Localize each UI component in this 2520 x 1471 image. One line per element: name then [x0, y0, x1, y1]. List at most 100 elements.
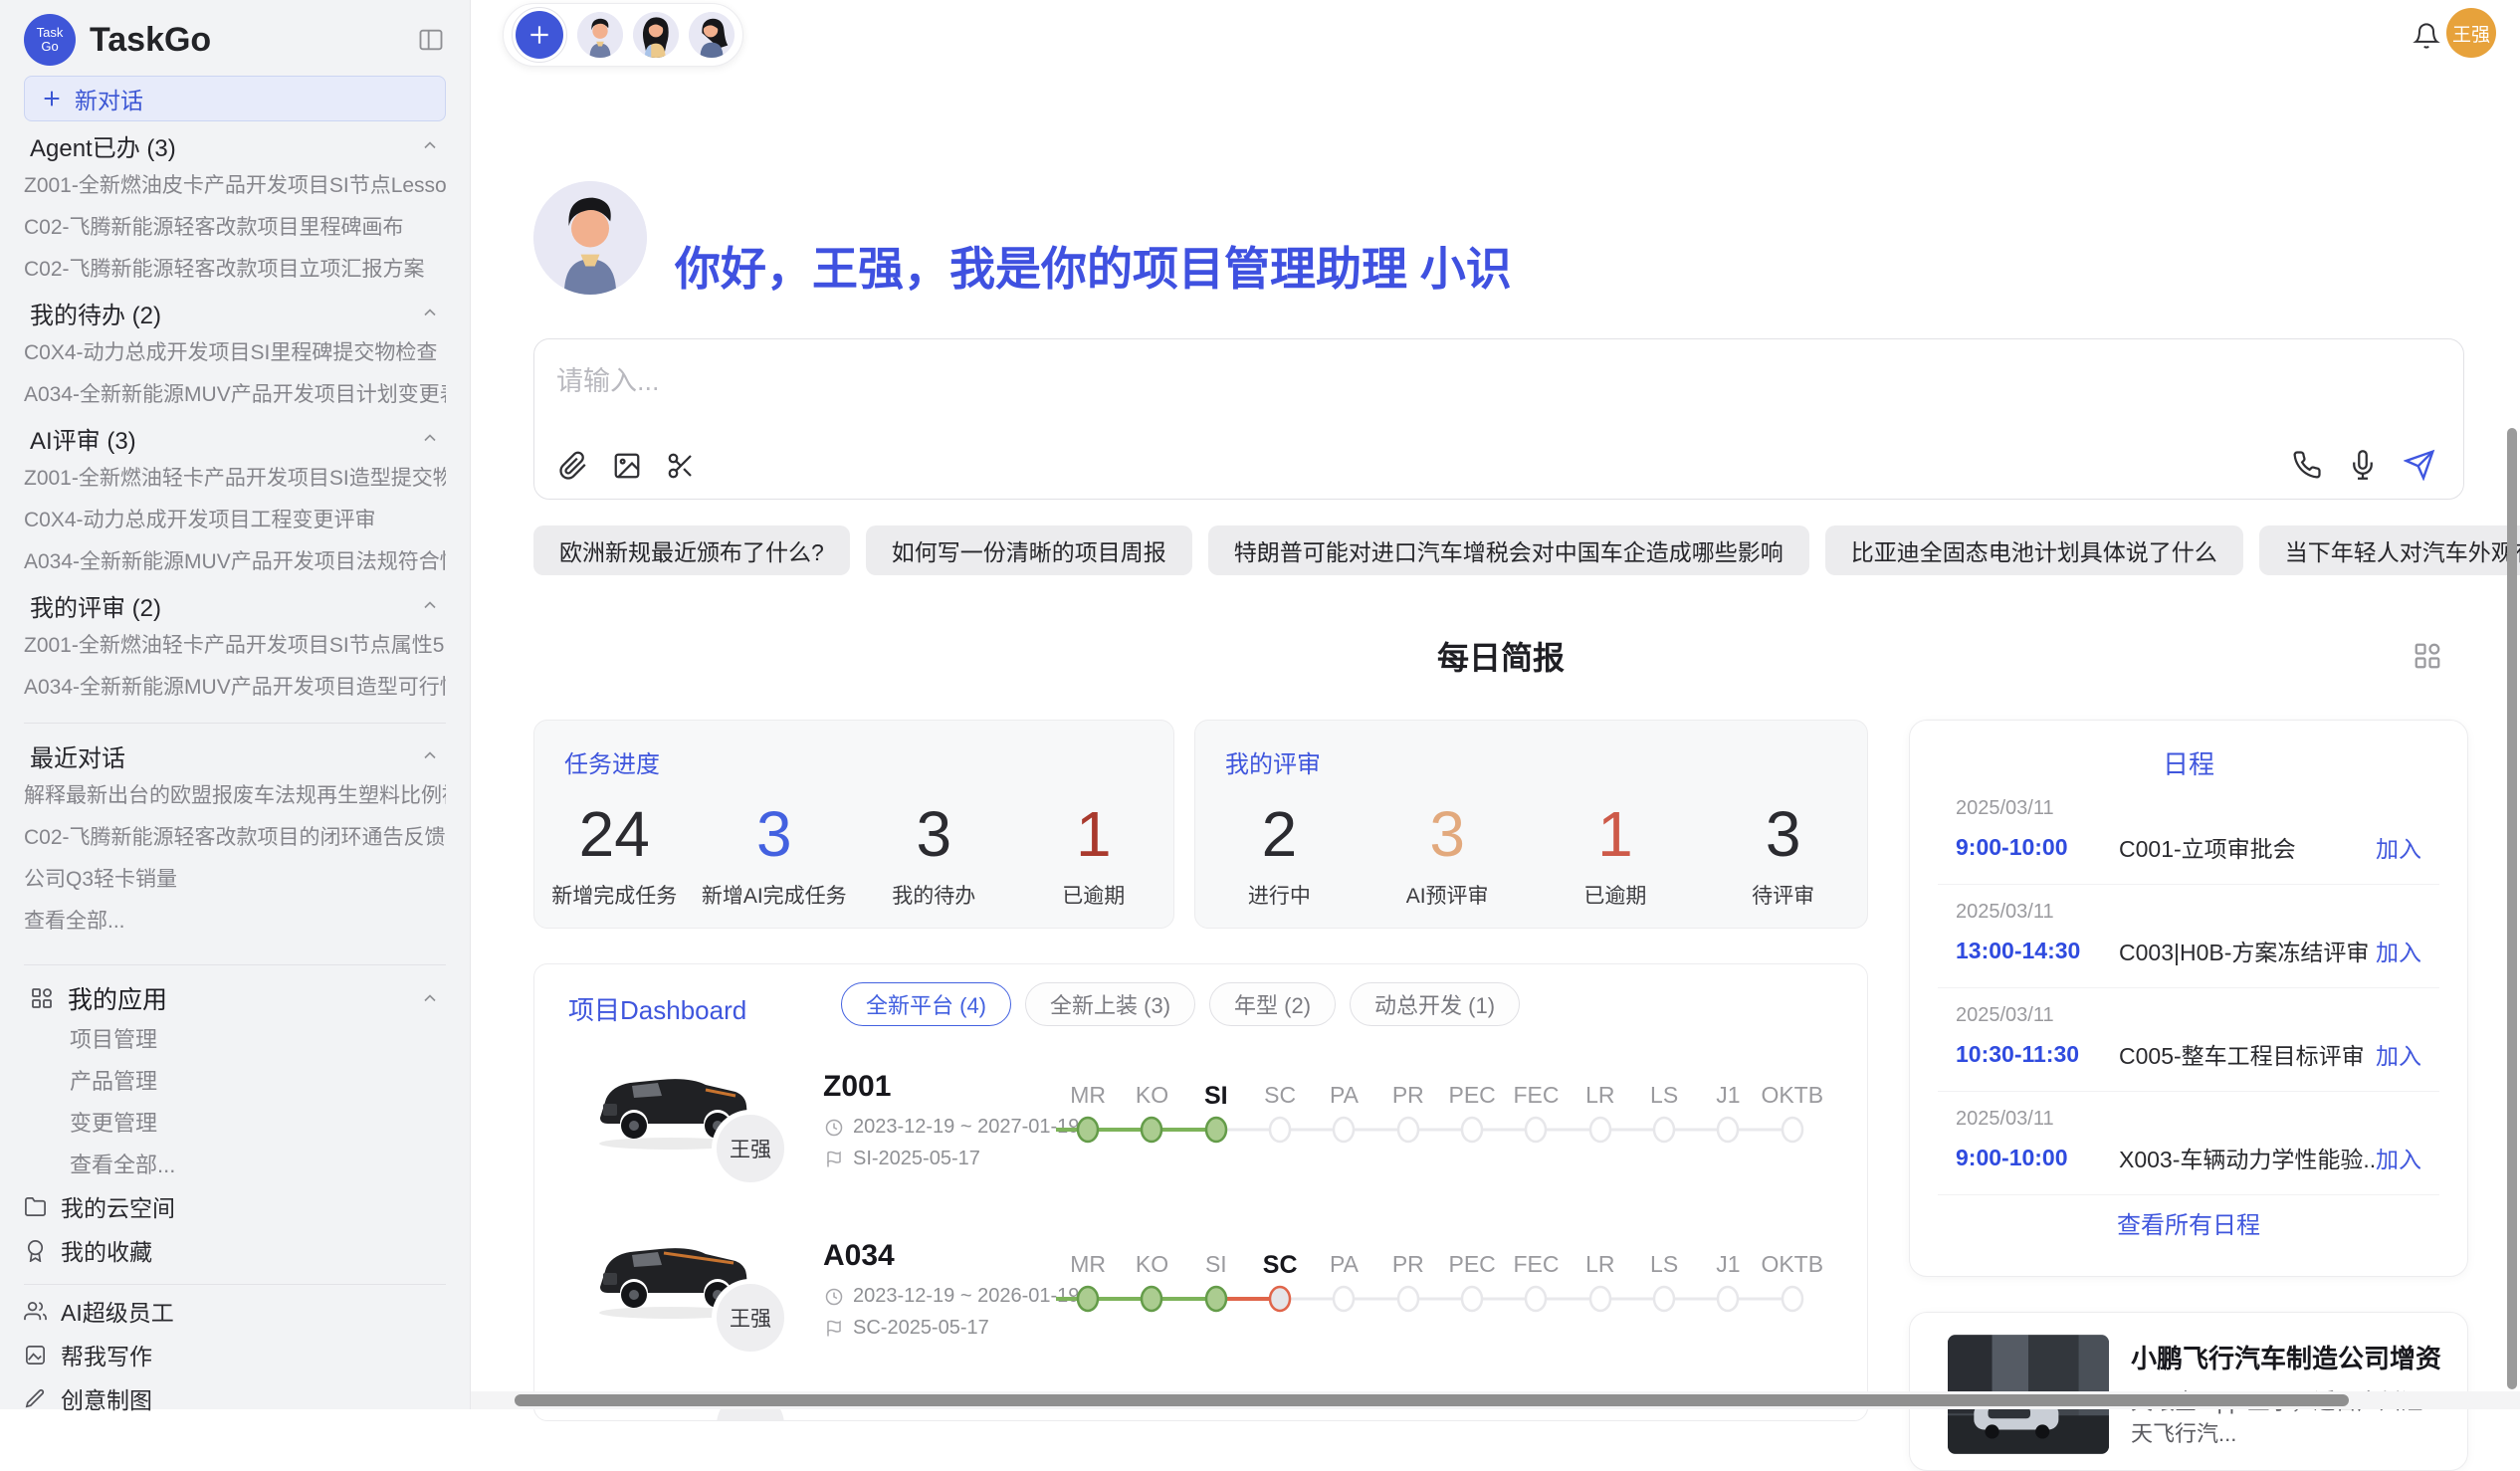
filter-pill[interactable]: 年型 (2)	[1209, 982, 1336, 1026]
recent-view-all[interactable]: 查看全部...	[24, 899, 446, 941]
layout-grid-icon[interactable]	[2413, 641, 2442, 671]
app-item-project-mgmt[interactable]: 项目管理	[24, 1017, 446, 1059]
sidebar-item-ai-employee[interactable]: AI超级员工	[24, 1289, 446, 1333]
sidebar-item[interactable]: A034-全新新能源MUV产品开发项目法规符合性评审	[24, 539, 446, 581]
section-header-recent-chats[interactable]: 最近对话	[30, 737, 440, 773]
filter-pill[interactable]: 全新平台 (4)	[841, 982, 1011, 1026]
sidebar-item[interactable]: C0X4-动力总成开发项目SI里程碑提交物检查	[24, 330, 446, 372]
schedule-card: 日程 2025/03/11 9:00-10:00 C001-立项审批会 加入 2…	[1909, 720, 2468, 1277]
recent-chat-item[interactable]: 解释最新出台的欧盟报废车法规再生塑料比例被调至15%...	[24, 773, 446, 815]
chat-input[interactable]	[556, 357, 1950, 405]
filter-pill[interactable]: 全新上装 (3)	[1025, 982, 1195, 1026]
image-upload-icon[interactable]	[612, 451, 642, 481]
suggestion-chip[interactable]: 如何写一份清晰的项目周报	[866, 525, 1192, 575]
chevron-up-icon	[420, 988, 440, 1008]
app-title: TaskGo	[90, 21, 416, 60]
avatar[interactable]	[577, 12, 623, 58]
divider	[24, 723, 446, 724]
sidebar-item[interactable]: C02-飞腾新能源轻客改款项目里程碑画布	[24, 205, 446, 247]
section-header-my-review[interactable]: 我的评审 (2)	[30, 587, 440, 623]
section-header-ai-review[interactable]: AI评审 (3)	[30, 420, 440, 456]
view-all-schedule-link[interactable]: 查看所有日程	[1910, 1195, 2467, 1240]
app-logo: Task Go	[24, 14, 76, 66]
sidebar-item[interactable]: Z001-全新燃油轻卡产品开发项目SI节点属性5D文件评审	[24, 623, 446, 665]
daily-briefing-title: 每日简报	[533, 633, 2468, 679]
sidebar-item-favorites[interactable]: 我的收藏	[24, 1228, 446, 1272]
greeting-title: 你好，王强，我是你的项目管理助理 小识	[675, 233, 1512, 299]
collapse-sidebar-icon[interactable]	[416, 26, 446, 54]
users-icon	[24, 1300, 47, 1323]
sidebar-item-cloud-space[interactable]: 我的云空间	[24, 1184, 446, 1228]
sidebar-item[interactable]: A034-全新新能源MUV产品开发项目计划变更表编写	[24, 372, 446, 414]
project-milestone: SI-2025-05-17	[825, 1148, 980, 1170]
composer-right-icons	[2292, 449, 2435, 481]
event-title: C001-立项审批会	[2105, 830, 2376, 864]
join-link[interactable]: 加入	[2376, 830, 2421, 864]
microphone-icon[interactable]	[2348, 450, 2378, 480]
notification-bell-icon[interactable]	[2413, 22, 2440, 50]
filter-pill[interactable]: 动总开发 (1)	[1350, 982, 1520, 1026]
phone-call-icon[interactable]	[2292, 450, 2322, 480]
event-time: 9:00-10:00	[1956, 834, 2105, 861]
suggestion-chips: 欧洲新规最近颁布了什么? 如何写一份清晰的项目周报 特朗普可能对进口汽车增税会对…	[533, 525, 2520, 575]
clock-icon	[825, 1288, 843, 1306]
folder-icon	[24, 1195, 47, 1218]
chevron-up-icon	[420, 303, 440, 322]
join-link[interactable]: 加入	[2376, 934, 2421, 967]
avatar[interactable]	[633, 12, 679, 58]
event-title: X003-车辆动力学性能验...	[2105, 1141, 2376, 1174]
milestone-track	[1056, 1108, 1824, 1152]
event-title: C003|H0B-方案冻结评审	[2105, 934, 2376, 967]
send-icon[interactable]	[2404, 449, 2435, 481]
user-avatar[interactable]: 王强	[2446, 8, 2496, 58]
schedule-event: 2025/03/11 13:00-14:30 C003|H0B-方案冻结评审 加…	[1938, 885, 2439, 988]
recent-chat-item[interactable]: 公司Q3轻卡销量	[24, 857, 446, 899]
avatar[interactable]	[689, 12, 735, 58]
suggestion-chip[interactable]: 比亚迪全固态电池计划具体说了什么	[1825, 525, 2243, 575]
section-header-agent-done[interactable]: Agent已办 (3)	[30, 127, 440, 163]
stat-new-done: 24 新增完成任务	[534, 784, 695, 928]
vertical-scrollbar-thumb[interactable]	[2507, 428, 2517, 1389]
app-item-product-mgmt[interactable]: 产品管理	[24, 1059, 446, 1101]
milestone-track	[1056, 1277, 1824, 1321]
new-chat-button[interactable]: 新对话	[24, 76, 446, 121]
assistant-avatar	[533, 181, 647, 295]
chat-composer	[533, 338, 2464, 500]
sidebar-item[interactable]: Z001-全新燃油皮卡产品开发项目SI节点Lesson Learn报告	[24, 163, 446, 205]
project-row[interactable]: 王强 A034 2023-12-19 ~ 2026-01-19 SC-2025-…	[534, 1217, 1868, 1386]
join-link[interactable]: 加入	[2376, 1141, 2421, 1174]
sidebar: Task Go TaskGo 新对话 Agent已办 (3) Z001-全新燃油…	[0, 0, 471, 1409]
event-time: 13:00-14:30	[1956, 938, 2105, 964]
sidebar-item[interactable]: A034-全新新能源MUV产品开发项目造型可行性评审	[24, 665, 446, 707]
sidebar-item-creative-draw[interactable]: 创意制图	[24, 1376, 446, 1420]
scissors-icon[interactable]	[666, 451, 696, 481]
project-row[interactable]: 王强 Z001 2023-12-19 ~ 2027-01-19 SI-2025-…	[534, 1048, 1868, 1217]
divider	[24, 1284, 446, 1285]
join-link[interactable]: 加入	[2376, 1037, 2421, 1071]
schedule-event: 2025/03/11 10:30-11:30 C005-整车工程目标评审 加入	[1938, 988, 2439, 1092]
logo-row: Task Go TaskGo	[24, 12, 446, 68]
add-member-ring	[512, 7, 567, 63]
pen-icon	[24, 1387, 47, 1410]
app-item-change-mgmt[interactable]: 变更管理	[24, 1101, 446, 1143]
recent-chat-item[interactable]: C02-飞腾新能源轻客改款项目的闭环通告反馈情况	[24, 815, 446, 857]
suggestion-chip[interactable]: 欧洲新规最近颁布了什么?	[533, 525, 850, 575]
sidebar-item[interactable]: Z001-全新燃油轻卡产品开发项目SI造型提交物评审	[24, 456, 446, 498]
schedule-title: 日程	[1910, 721, 2467, 781]
suggestion-chip[interactable]: 当下年轻人对汽车外观有怎样的喜好趋势	[2259, 525, 2520, 575]
section-header-my-apps[interactable]: 我的应用	[30, 979, 440, 1017]
suggestion-chip[interactable]: 特朗普可能对进口汽车增税会对中国车企造成哪些影响	[1208, 525, 1809, 575]
plus-icon	[526, 22, 552, 48]
event-time: 10:30-11:30	[1956, 1041, 2105, 1068]
section-header-my-todo[interactable]: 我的待办 (2)	[30, 295, 440, 330]
stat-ai-prereview: 3 AI预评审	[1364, 784, 1532, 928]
task-progress-card: 任务进度 24 新增完成任务 3 新增AI完成任务 3 我的待办 1 已逾期	[533, 720, 1174, 929]
apps-view-all[interactable]: 查看全部...	[24, 1143, 446, 1184]
card-title: 任务进度	[564, 744, 660, 779]
attachment-icon[interactable]	[558, 451, 588, 481]
sidebar-item[interactable]: C0X4-动力总成开发项目工程变更评审	[24, 498, 446, 539]
sidebar-item-help-write[interactable]: 帮我写作	[24, 1333, 446, 1376]
horizontal-scrollbar-thumb[interactable]	[515, 1394, 2349, 1406]
add-member-button[interactable]	[516, 11, 563, 59]
sidebar-item[interactable]: C02-飞腾新能源轻客改款项目立项汇报方案	[24, 247, 446, 289]
